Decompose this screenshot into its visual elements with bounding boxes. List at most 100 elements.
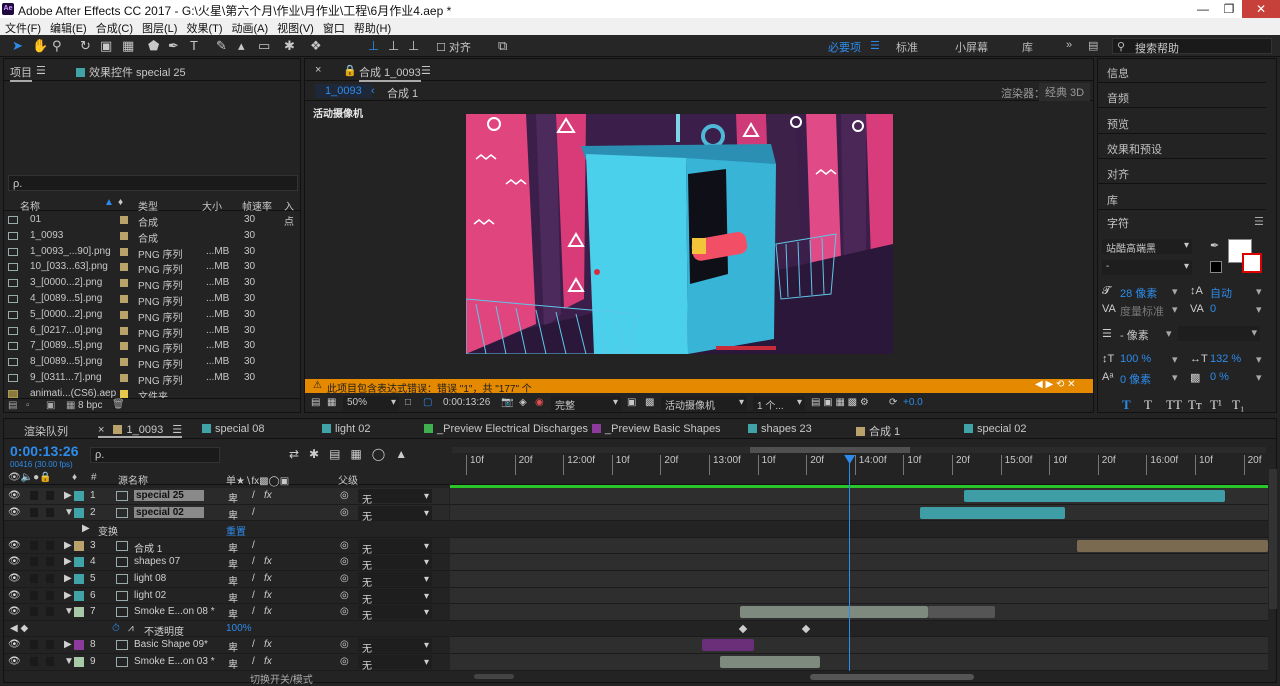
- roto-brush-tool-icon[interactable]: ✱: [284, 38, 295, 54]
- solo-toggle[interactable]: [30, 590, 38, 600]
- parent-select[interactable]: 无 ▾: [358, 505, 432, 523]
- column-source-name[interactable]: 源名称: [118, 472, 148, 487]
- eye-icon[interactable]: 👁: [8, 639, 21, 650]
- fx-icon[interactable]: fx: [264, 556, 272, 567]
- menu-item-4[interactable]: 效果(T): [181, 18, 226, 36]
- expression-error-bar[interactable]: ⚠ 此项目包含表达式错误：错误 "1"，共 "177" 个 ◀ ▶ ⟲ ✕: [305, 379, 1093, 395]
- lock-toggle[interactable]: [46, 574, 54, 583]
- layer-duration-bar[interactable]: [963, 490, 1226, 502]
- lock-toggle[interactable]: [46, 507, 54, 517]
- show-snapshot-icon[interactable]: ◈: [519, 397, 527, 408]
- transparency-grid-icon[interactable]: ▩: [645, 397, 654, 408]
- layer-track[interactable]: [450, 587, 1268, 605]
- pick-whip-icon[interactable]: ◎: [340, 639, 349, 650]
- label-swatch[interactable]: [120, 295, 128, 303]
- column-name[interactable]: 名称: [20, 198, 40, 213]
- timeline-vertical-scrollbar[interactable]: [1269, 469, 1277, 609]
- fx-icon[interactable]: fx: [264, 656, 272, 667]
- project-item[interactable]: 7_[0089...5].png PNG 序列 ...MB 30: [4, 338, 300, 355]
- menu-item-8[interactable]: 帮助(H): [349, 18, 395, 36]
- opacity-value[interactable]: 100%: [226, 623, 252, 634]
- timeline-tab-0[interactable]: 渲染队列: [24, 423, 68, 439]
- column-size[interactable]: 大小: [202, 198, 222, 213]
- zoom-slider[interactable]: [474, 674, 514, 679]
- fit-icon[interactable]: □: [405, 397, 411, 408]
- label-swatch[interactable]: [120, 231, 128, 240]
- layer-row[interactable]: 👁 ▶ 4 shapes 07 卑 / fx ◎ 无 ▾: [4, 554, 449, 572]
- pan-behind-tool-icon[interactable]: ▦: [122, 38, 134, 54]
- layer-duration-bar[interactable]: [719, 656, 820, 668]
- project-item[interactable]: 4_[0089...5].png PNG 序列 ...MB 30: [4, 291, 300, 308]
- solo-toggle[interactable]: [30, 574, 38, 583]
- quality-switch-icon[interactable]: /: [252, 606, 255, 617]
- eyedropper-icon[interactable]: ✒: [1210, 239, 1219, 252]
- menu-item-1[interactable]: 编辑(E): [45, 18, 91, 36]
- viewer-option-icons[interactable]: ▤ ▣ ▦ ▩ ⚙: [811, 397, 869, 408]
- error-nav-icons[interactable]: ◀ ▶ ⟲ ✕: [1035, 379, 1075, 390]
- layer-label-color[interactable]: [74, 557, 84, 568]
- eye-icon[interactable]: 👁: [8, 590, 21, 601]
- menu-item-3[interactable]: 图层(L): [137, 18, 181, 36]
- column-parent[interactable]: 父级: [338, 472, 358, 487]
- chevron-right-icon[interactable]: ▼: [64, 656, 74, 667]
- tracking-value[interactable]: 0: [1210, 303, 1216, 315]
- more-workspaces-icon[interactable]: »: [1066, 39, 1072, 51]
- workspace-standard[interactable]: 标准: [896, 39, 918, 55]
- project-item[interactable]: 5_[0000...2].png PNG 序列 ...MB 30: [4, 307, 300, 324]
- brush-tool-icon[interactable]: ✎: [216, 38, 227, 54]
- fx-icon[interactable]: fx: [264, 606, 272, 617]
- tab-menu-icon[interactable]: ☰: [169, 424, 182, 436]
- lock-toggle[interactable]: [46, 557, 54, 567]
- lock-toggle[interactable]: [46, 491, 54, 500]
- leading-value[interactable]: 自动: [1210, 285, 1232, 301]
- pick-whip-icon[interactable]: ◎: [340, 606, 349, 617]
- chevron-right-icon[interactable]: ▶: [64, 573, 72, 584]
- exposure-value[interactable]: +0.0: [903, 397, 923, 408]
- solo-toggle[interactable]: [30, 640, 38, 650]
- maximize-icon[interactable]: ❐: [1216, 0, 1242, 18]
- lock-toggle[interactable]: [46, 590, 54, 600]
- layer-track[interactable]: [450, 537, 1268, 555]
- workspace-sync-icon[interactable]: ▤: [1088, 39, 1098, 52]
- solo-toggle[interactable]: [30, 607, 38, 617]
- quality-switch-icon[interactable]: /: [252, 556, 255, 567]
- eye-icon[interactable]: 👁: [8, 507, 21, 518]
- eye-icon[interactable]: 👁: [8, 656, 21, 667]
- layer-row[interactable]: 👁 ▼ 7 Smoke E...on 08 * 卑 / fx ◎ 无 ▾: [4, 604, 449, 622]
- layer-track[interactable]: [450, 637, 1268, 654]
- layer-row[interactable]: 👁 ▶ 5 light 08 卑 / fx ◎ 无 ▾: [4, 571, 449, 589]
- timeline-scrollbar[interactable]: [810, 674, 974, 680]
- panel-0[interactable]: 信息: [1098, 58, 1266, 83]
- layer-track[interactable]: [450, 554, 1268, 571]
- column-type[interactable]: 类型: [138, 198, 158, 213]
- layer-name[interactable]: special 25: [134, 490, 204, 501]
- layer-duration-bar[interactable]: [1076, 539, 1268, 552]
- project-item[interactable]: 10_[033...63].png PNG 序列 ...MB 30: [4, 259, 300, 276]
- clone-stamp-tool-icon[interactable]: ▴: [238, 38, 245, 54]
- lock-toggle[interactable]: [46, 640, 54, 650]
- vertical-scale-value[interactable]: 100 %: [1120, 353, 1151, 365]
- timeline-tab-5[interactable]: _Preview Basic Shapes: [592, 423, 721, 435]
- solo-toggle[interactable]: [30, 540, 38, 550]
- tab-project[interactable]: 项目: [10, 64, 32, 82]
- layer-trim-bar[interactable]: [927, 606, 995, 619]
- project-item[interactable]: 3_[0000...2].png PNG 序列 ...MB 30: [4, 275, 300, 292]
- chevron-right-icon[interactable]: ▶: [82, 523, 90, 534]
- pick-whip-icon[interactable]: ◎: [340, 573, 349, 584]
- label-swatch[interactable]: [120, 216, 128, 224]
- toggle-switches-modes-button[interactable]: 切换开关/模式: [250, 671, 313, 686]
- panel-2[interactable]: 预览: [1098, 109, 1266, 134]
- layer-name[interactable]: Basic Shape 09*: [134, 639, 208, 650]
- label-swatch[interactable]: [120, 247, 128, 256]
- snapshot-icon[interactable]: 📷: [501, 397, 513, 408]
- timeline-search-input[interactable]: ρ.: [90, 447, 220, 463]
- new-composition-icon[interactable]: ▣: [46, 400, 55, 411]
- delete-icon[interactable]: 🗑: [112, 399, 125, 410]
- chevron-down-icon[interactable]: ▼: [64, 507, 74, 518]
- quality-switch-icon[interactable]: /: [252, 639, 255, 650]
- sort-ascending-icon[interactable]: ▲: [104, 197, 114, 208]
- label-swatch[interactable]: [120, 279, 128, 288]
- shy-switch-icon[interactable]: 卑: [228, 507, 238, 522]
- project-item[interactable]: 1_0093 合成 30: [4, 228, 300, 245]
- playhead[interactable]: [844, 455, 856, 671]
